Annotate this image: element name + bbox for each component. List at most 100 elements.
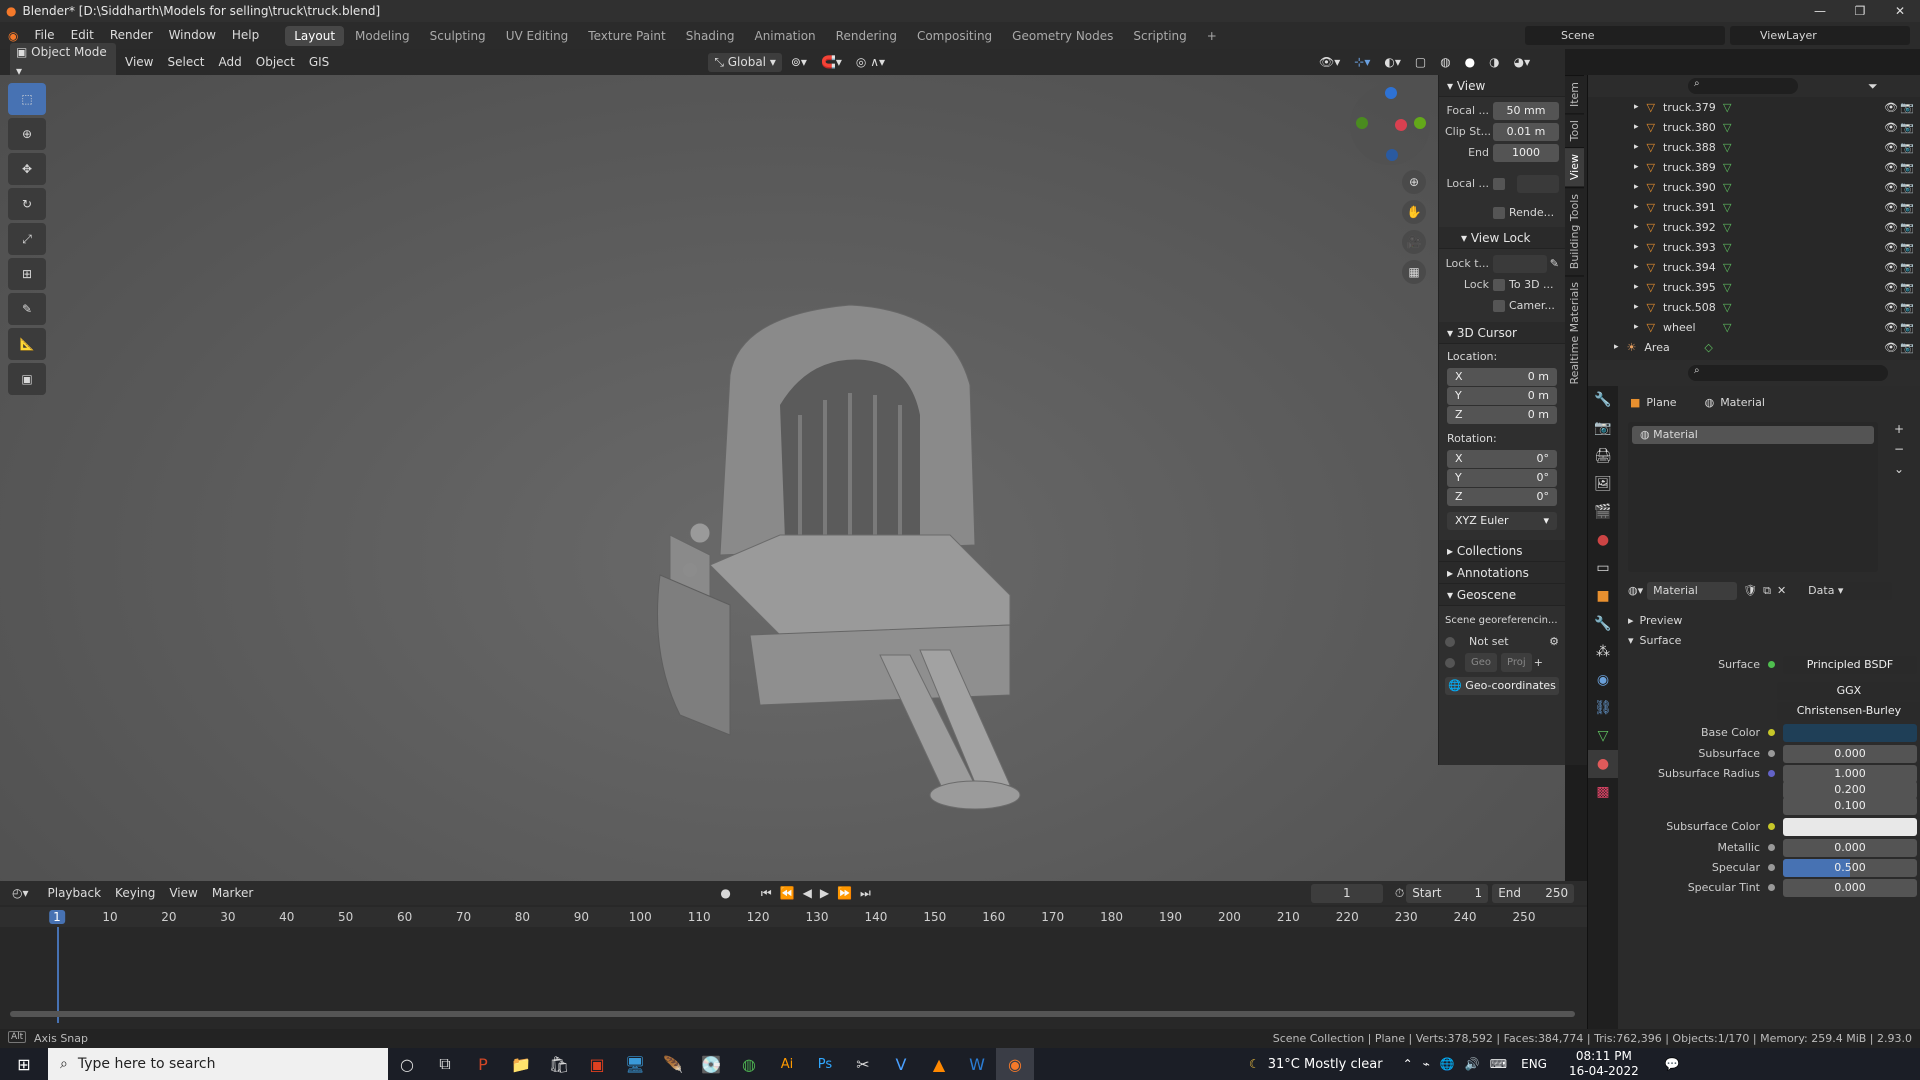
render-camera-icon[interactable]: 📷	[1900, 281, 1914, 294]
texture-tab-icon[interactable]: ▩	[1588, 778, 1618, 806]
modifier-tab-icon[interactable]: 🔧	[1588, 610, 1618, 638]
close-window-button[interactable]: ✕	[1880, 0, 1920, 22]
notset-radio[interactable]	[1445, 636, 1455, 647]
outliner-row[interactable]: ▸ ▽ truck.388 ▽ 👁 📷	[1588, 137, 1920, 157]
surface-shader-field[interactable]: Principled BSDF	[1783, 655, 1917, 674]
tab-layout[interactable]: Layout	[285, 25, 345, 46]
rotation-mode-dropdown[interactable]: XYZ Euler ▾	[1447, 512, 1557, 530]
ortho-toggle-icon[interactable]: ▦	[1402, 260, 1426, 284]
remove-slot-icon[interactable]: −	[1894, 442, 1904, 456]
transform-tool-icon[interactable]: ⊞	[8, 258, 46, 290]
collection-tab-icon[interactable]: ▭	[1588, 554, 1618, 582]
outliner-row[interactable]: ▸ ▽ truck.508 ▽ 👁 📷	[1588, 297, 1920, 317]
snap-icon[interactable]: 🧲▾	[814, 52, 849, 72]
eyedropper-icon[interactable]: ✎	[1550, 257, 1559, 270]
tab-realtime-materials[interactable]: Realtime Materials	[1565, 274, 1584, 391]
viewport-menu-add[interactable]: Add	[212, 52, 249, 72]
task-view-icon[interactable]: ⧉	[426, 1048, 464, 1080]
shading-solid-icon[interactable]: ●	[1458, 52, 1482, 72]
clip-start-field[interactable]: 0.01 m	[1493, 122, 1559, 141]
cursor-tool-icon[interactable]: ⊕	[8, 118, 46, 150]
geoscene-settings-icon[interactable]: ⚙	[1549, 635, 1559, 648]
visibility-eye-icon[interactable]: 👁	[1884, 301, 1898, 314]
metallic-socket-icon[interactable]	[1768, 844, 1775, 851]
expand-icon[interactable]: ▸	[1634, 242, 1639, 252]
current-frame-field[interactable]: 1	[1310, 883, 1383, 903]
world-tab-icon[interactable]: ●	[1588, 526, 1618, 554]
lock-to-object-field[interactable]	[1493, 254, 1547, 273]
expand-icon[interactable]: ▸	[1634, 262, 1639, 272]
minimize-button[interactable]: —	[1800, 0, 1840, 22]
vlc-icon[interactable]: ▲	[920, 1048, 958, 1080]
cursor-location-y[interactable]: Y0 m	[1447, 387, 1557, 405]
render-camera-icon[interactable]: 📷	[1900, 261, 1914, 274]
visibility-eye-icon[interactable]: 👁	[1884, 181, 1898, 194]
scene-tab-icon[interactable]: 🎬	[1588, 498, 1618, 526]
outliner-row[interactable]: ▸ ▽ truck.393 ▽ 👁 📷	[1588, 237, 1920, 257]
timeline-menu-playback[interactable]: Playback	[41, 883, 109, 903]
cursor-rotation-y[interactable]: Y 0°	[1447, 469, 1557, 487]
add-workspace-button[interactable]: +	[1198, 26, 1226, 46]
visibility-eye-icon[interactable]: 👁	[1884, 161, 1898, 174]
measure-tool-icon[interactable]: 📐	[8, 328, 46, 360]
vscode-icon[interactable]: V	[882, 1048, 920, 1080]
duplicate-material-icon[interactable]: ⧉	[1763, 584, 1771, 598]
outliner-row[interactable]: ▸ ▽ truck.394 ▽ 👁 📷	[1588, 257, 1920, 277]
ss-color-socket-icon[interactable]	[1768, 823, 1775, 830]
editor-type-icon[interactable]: ◴▾	[0, 886, 41, 900]
taskbar-search-box[interactable]: ⌕ Type here to search	[48, 1048, 388, 1080]
xray-icon[interactable]: ▢	[1408, 52, 1433, 72]
3d-viewport[interactable]: ⊕ ✋ 🎥 ▦	[0, 75, 1565, 881]
outliner-row[interactable]: ▸ ▽ truck.379 ▽ 👁 📷	[1588, 97, 1920, 117]
tab-building-tools[interactable]: Building Tools	[1565, 186, 1584, 275]
local-camera-checkbox[interactable]	[1493, 177, 1505, 190]
particles-tab-icon[interactable]: ⁂	[1588, 638, 1618, 666]
outliner-row[interactable]: ▸ ▽ truck.392 ▽ 👁 📷	[1588, 217, 1920, 237]
jump-end-icon[interactable]: ⏭	[860, 886, 871, 901]
geoscene-section-header[interactable]: ▾ Geoscene	[1439, 584, 1565, 606]
ss-color-swatch[interactable]	[1783, 817, 1917, 836]
render-camera-icon[interactable]: 📷	[1900, 161, 1914, 174]
proportional-edit-icon[interactable]: ◎ ∧▾	[849, 52, 892, 72]
network-icon[interactable]: 🌐	[1440, 1057, 1455, 1071]
outliner-row[interactable]: ▸ ▽ wheel ▽ 👁 📷	[1588, 317, 1920, 337]
lock-camera-checkbox[interactable]	[1493, 299, 1505, 312]
viewport-menu-select[interactable]: Select	[160, 52, 211, 72]
keyboard-icon[interactable]: ⌨	[1490, 1057, 1507, 1071]
cursor-location-z[interactable]: Z0 m	[1447, 406, 1557, 424]
output-tab-icon[interactable]: 🖨	[1588, 442, 1618, 470]
data-tab-icon[interactable]: ▽	[1588, 722, 1618, 750]
scene-selector[interactable]: Scene	[1525, 26, 1725, 45]
material-slot[interactable]: ◍ Material	[1632, 426, 1874, 444]
viewport-menu-object[interactable]: Object	[249, 52, 302, 72]
constraints-tab-icon[interactable]: ⛓	[1588, 694, 1618, 722]
tab-sculpting[interactable]: Sculpting	[421, 26, 495, 46]
notification-icon[interactable]: 💬	[1665, 1057, 1680, 1071]
office-icon[interactable]: ▣	[578, 1048, 616, 1080]
restore-button[interactable]: ❐	[1840, 0, 1880, 22]
outliner-row[interactable]: ▸ ☀ Area ◇ 👁 📷	[1588, 337, 1920, 357]
unlink-material-icon[interactable]: ✕	[1777, 584, 1786, 597]
tab-animation[interactable]: Animation	[745, 26, 824, 46]
store-icon[interactable]: 🛍	[540, 1048, 578, 1080]
tool-tab-icon[interactable]: 🔧	[1588, 386, 1618, 414]
specular-tint-field[interactable]: 0.000	[1783, 878, 1917, 897]
render-camera-icon[interactable]: 📷	[1900, 201, 1914, 214]
render-camera-icon[interactable]: 📷	[1900, 321, 1914, 334]
weather-icon[interactable]: ☾	[1249, 1057, 1260, 1071]
viewlock-section-header[interactable]: ▾ View Lock	[1439, 227, 1565, 249]
tab-uv-editing[interactable]: UV Editing	[497, 26, 578, 46]
tab-texture-paint[interactable]: Texture Paint	[579, 26, 674, 46]
snipping-tool-icon[interactable]: ✂	[844, 1048, 882, 1080]
expand-icon[interactable]: ▸	[1634, 302, 1639, 312]
clock-icon[interactable]: ⏱	[1395, 886, 1404, 901]
geo-button[interactable]: Geo	[1465, 653, 1498, 672]
outliner-search-icon[interactable]: ⌕	[1688, 78, 1798, 94]
feather-app-icon[interactable]: 🪶	[654, 1048, 692, 1080]
visibility-eye-icon[interactable]: 👁	[1884, 261, 1898, 274]
expand-icon[interactable]: ▸	[1634, 122, 1639, 132]
expand-icon[interactable]: ▸	[1634, 102, 1639, 112]
pan-icon[interactable]: ✋	[1402, 200, 1426, 224]
view-section-header[interactable]: ▾ View	[1439, 75, 1565, 97]
jump-start-icon[interactable]: ⏮	[761, 886, 772, 901]
